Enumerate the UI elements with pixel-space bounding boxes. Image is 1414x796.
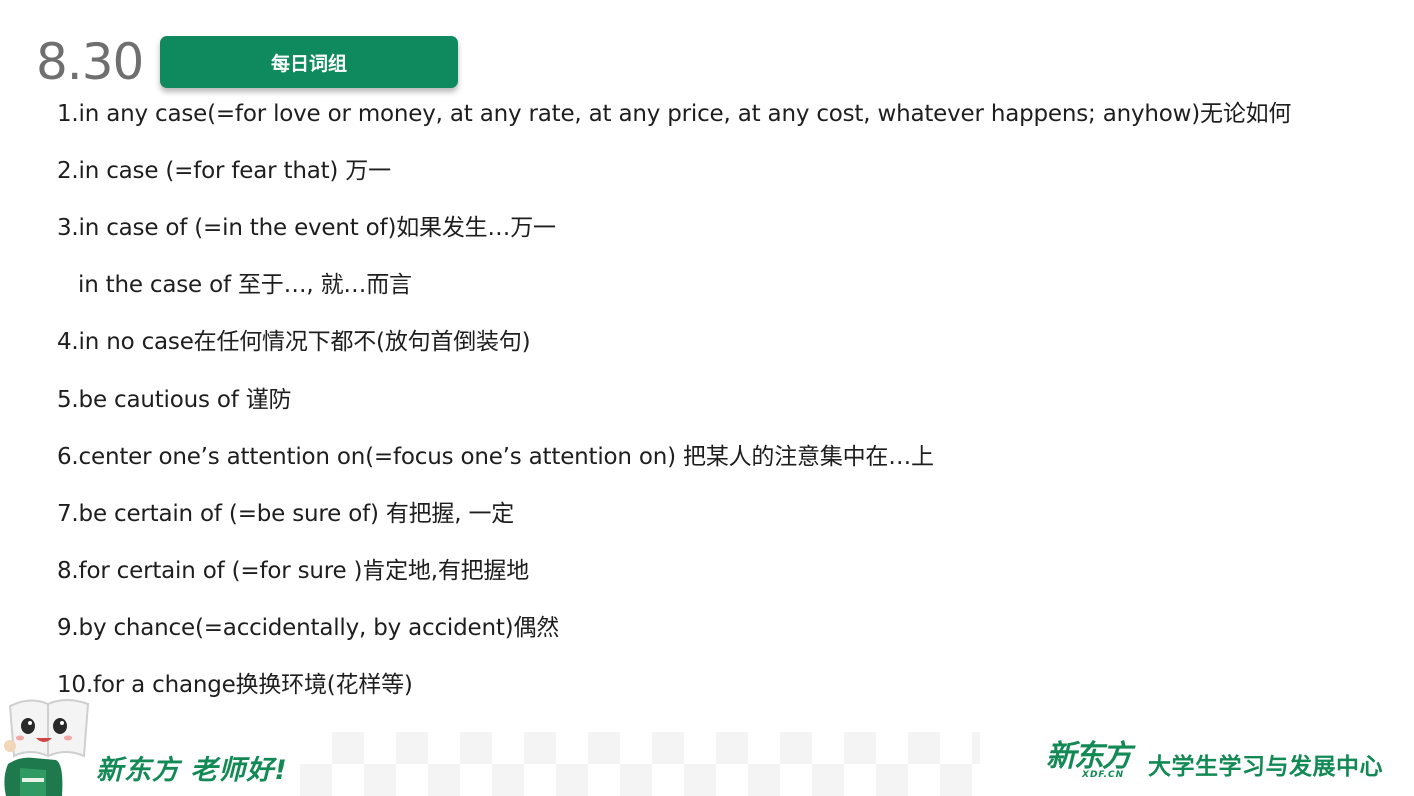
xdf-logo: 新东方 XDF.CN bbox=[1046, 740, 1132, 784]
list-item: 1.in any case(=for love or money, at any… bbox=[57, 101, 1292, 127]
list-item: 8.for certain of (=for sure )肯定地,有把握地 bbox=[57, 558, 530, 584]
list-item: 9.by chance(=accidentally, by accident)偶… bbox=[57, 615, 560, 641]
list-item: 10.for a change换换环境(花样等) bbox=[57, 672, 413, 698]
page-date: 8.30 bbox=[36, 33, 144, 91]
list-item: 4.in no case在任何情况下都不(放句首倒装句) bbox=[57, 329, 531, 355]
logo-main-text: 新东方 bbox=[1046, 739, 1132, 774]
list-item: 5.be cautious of 谨防 bbox=[57, 387, 292, 413]
list-item: 3.in case of (=in the event of)如果发生…万一 bbox=[57, 215, 556, 241]
checker-pattern bbox=[300, 732, 980, 796]
logo-sub-text: XDF.CN bbox=[1082, 770, 1125, 780]
mascot-illustration bbox=[4, 699, 90, 796]
list-item: 2.in case (=for fear that) 万一 bbox=[57, 158, 391, 184]
center-name: 大学生学习与发展中心 bbox=[1148, 754, 1383, 780]
title-badge: 每日词组 bbox=[160, 36, 458, 88]
list-item: 7.be certain of (=be sure of) 有把握, 一定 bbox=[57, 501, 515, 527]
list-item: 6.center one’s attention on(=focus one’s… bbox=[57, 444, 934, 470]
slogan-text: 新东方 老师好! bbox=[96, 755, 288, 786]
list-item-sub: in the case of 至于…, 就…而言 bbox=[78, 272, 412, 298]
